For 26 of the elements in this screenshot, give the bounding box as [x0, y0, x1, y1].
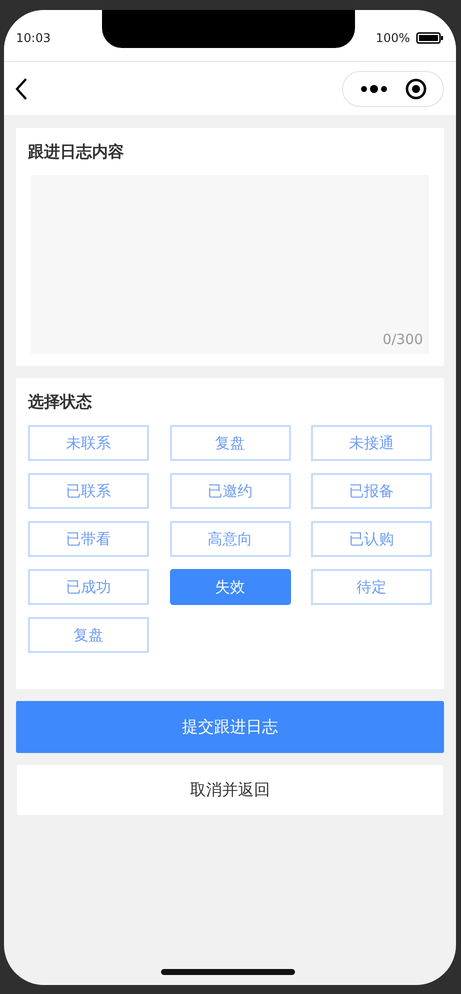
status-option[interactable]: 高意向	[170, 521, 290, 557]
submit-button[interactable]: 提交跟进日志	[16, 701, 444, 753]
status-option[interactable]: 已带看	[28, 521, 149, 557]
char-counter: 0/300	[382, 332, 423, 348]
status-option[interactable]: 复盘	[28, 617, 149, 653]
status-option[interactable]: 已成功	[28, 569, 149, 605]
status-option[interactable]: 失效	[170, 569, 290, 605]
more-icon[interactable]	[359, 84, 389, 94]
section-title: 选择状态	[28, 392, 93, 413]
section-title: 跟进日志内容	[28, 142, 125, 163]
status-option[interactable]: 未联系	[28, 425, 149, 461]
close-icon[interactable]	[405, 78, 427, 100]
log-input-field[interactable]: 0/300	[31, 175, 429, 354]
status-option[interactable]: 未接通	[311, 425, 432, 461]
status-option[interactable]: 待定	[311, 569, 432, 605]
status-option[interactable]: 已联系	[28, 473, 149, 509]
cancel-button[interactable]: 取消并返回	[17, 765, 443, 815]
battery-percent: 100%	[376, 30, 410, 44]
battery-icon	[416, 32, 444, 44]
status-option[interactable]: 已邀约	[170, 473, 290, 509]
status-time: 10:03	[16, 30, 51, 44]
status-option[interactable]: 复盘	[170, 425, 290, 461]
status-option[interactable]: 已认购	[311, 521, 432, 557]
capsule-menu[interactable]	[342, 70, 444, 106]
status-option[interactable]: 已报备	[311, 473, 432, 509]
back-icon[interactable]	[14, 76, 28, 100]
